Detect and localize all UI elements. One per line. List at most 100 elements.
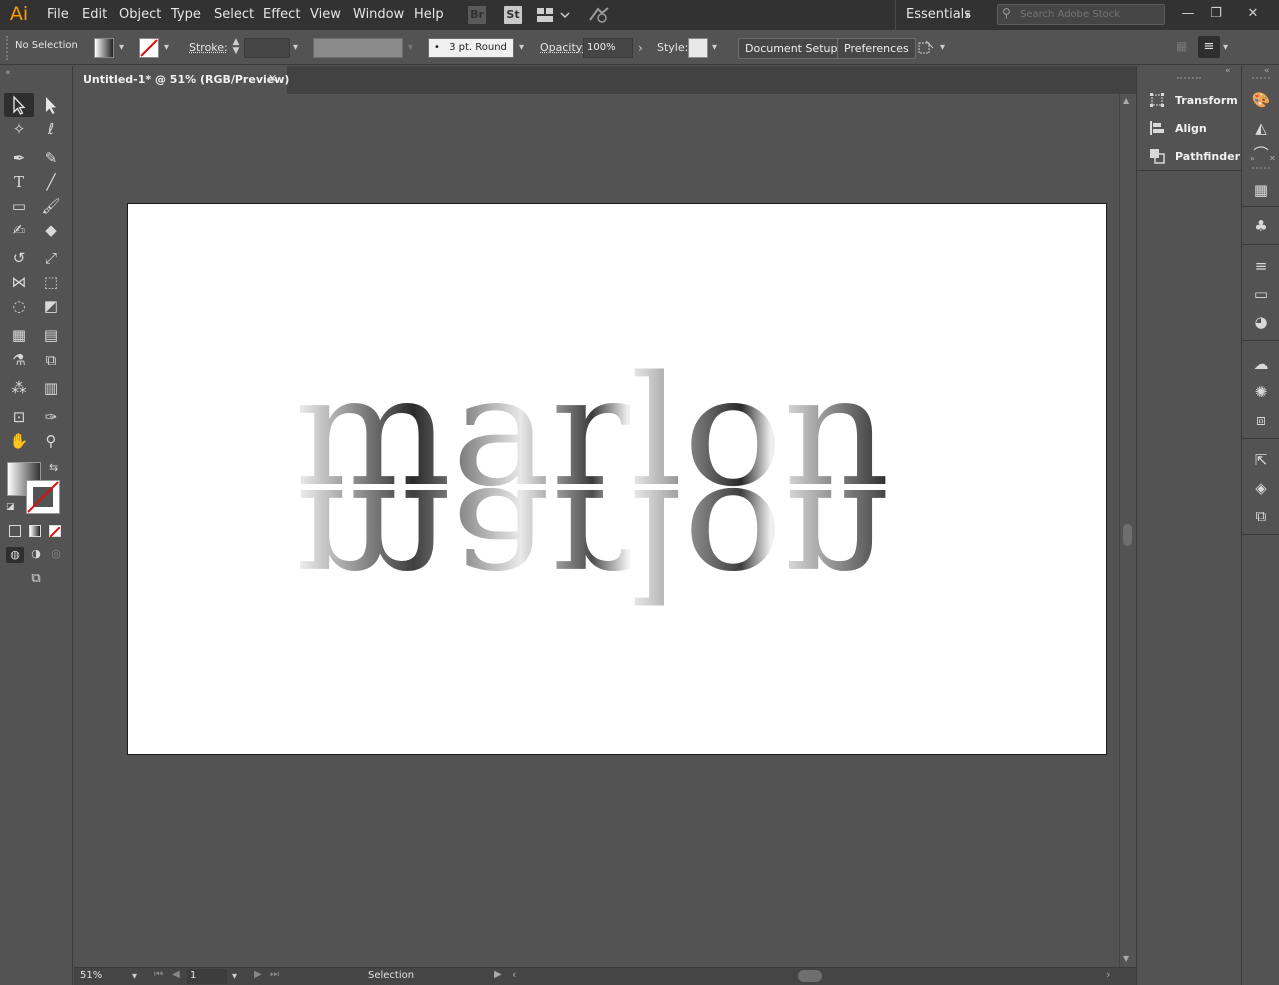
direct-selection-tool-icon[interactable] [39,94,63,116]
none-mode-icon[interactable] [49,525,61,538]
close-icon[interactable]: ✕ [1269,154,1276,163]
fill-swatch[interactable] [94,38,114,58]
graphic-style-swatch[interactable] [688,38,708,58]
stock-search-input[interactable] [1020,7,1160,22]
panel-toggle-icon[interactable]: ▦ [1176,39,1190,57]
chevron-down-icon[interactable]: ▾ [519,42,524,53]
vertical-scroll-thumb[interactable] [1123,524,1132,546]
layers-icon[interactable]: ◈ [1251,478,1271,498]
draw-behind-icon[interactable]: ◑ [28,547,44,563]
expand-panels-icon[interactable]: « [1225,66,1231,76]
last-artboard-icon[interactable]: ⏭ [270,969,279,980]
type-tool-icon[interactable]: T [7,171,31,193]
zoom-level[interactable]: 51% [80,970,102,981]
rotate-tool-icon[interactable]: ↺ [7,247,31,269]
scroll-up-icon[interactable]: ▲ [1123,96,1129,105]
chevron-down-icon[interactable]: ▾ [132,971,137,982]
perspective-grid-tool-icon[interactable]: ◩ [39,295,63,317]
artboard-number-field[interactable]: 1 [187,969,227,984]
variable-width-profile[interactable] [313,38,403,58]
shaper-tool-icon[interactable]: ✍ [7,219,31,241]
menu-type[interactable]: Type [171,7,201,22]
first-artboard-icon[interactable]: ⏮ [154,969,163,980]
line-segment-tool-icon[interactable]: ╱ [39,171,63,193]
hand-tool-icon[interactable]: ✋ [7,430,31,452]
stroke-color-swatch[interactable] [26,480,60,514]
close-tab-icon[interactable]: ✕ [268,72,277,85]
chevron-down-icon[interactable]: ▾ [1223,42,1228,53]
screen-mode-icon[interactable]: ⧉ [25,571,47,589]
workspace-switcher[interactable]: Essentials [906,7,971,22]
artboard[interactable]: marlon marlon [127,203,1107,755]
paintbrush-tool-icon[interactable]: 🖌 [39,195,63,217]
magic-wand-tool-icon[interactable]: ✧ [7,118,31,140]
menu-select[interactable]: Select [214,7,254,22]
symbol-sprayer-tool-icon[interactable]: ⁂ [7,377,31,399]
menu-window[interactable]: Window [353,7,404,22]
width-tool-icon[interactable]: ⋈ [7,271,31,293]
menu-help[interactable]: Help [414,7,444,22]
chevron-down-icon[interactable]: ▾ [940,42,945,53]
opacity-label[interactable]: Opacity: [540,41,585,54]
swap-colors-icon[interactable]: ⇆ [49,461,58,474]
menu-effect[interactable]: Effect [263,7,300,22]
preferences-button[interactable]: Preferences [837,38,916,59]
scale-tool-icon[interactable]: ⤢ [39,247,63,269]
color-guide-icon[interactable]: ◭ [1251,118,1271,138]
eyedropper-tool-icon[interactable]: ⚗ [7,349,31,371]
document-tab[interactable]: Untitled-1* @ 51% (RGB/Preview) ✕ [74,66,289,94]
curvature-tool-icon[interactable]: ✎ [39,147,63,169]
vertical-scrollbar[interactable]: ▲ ▼ [1119,94,1136,967]
chevron-down-icon[interactable]: ▾ [232,971,237,982]
brush-definition[interactable]: • 3 pt. Round [428,38,514,58]
previous-artboard-icon[interactable]: ◀ [172,969,180,980]
lasso-tool-icon[interactable]: ℓ [39,118,63,140]
symbols-icon[interactable]: ♣ [1251,216,1271,236]
zoom-tool-icon[interactable]: ⚲ [39,430,63,452]
close-window-button[interactable]: ✕ [1238,4,1268,24]
shape-builder-tool-icon[interactable]: ◌ [7,295,31,317]
appearance-icon[interactable]: ✺ [1251,382,1271,402]
opacity-input[interactable]: 100% [583,38,633,58]
arrange-icon[interactable] [917,39,935,57]
grip-handle[interactable] [6,36,9,60]
arrange-documents-button[interactable] [536,7,570,23]
menu-file[interactable]: File [47,7,69,22]
menu-object[interactable]: Object [119,7,161,22]
gradient-panel-icon[interactable]: ▭ [1251,284,1271,304]
dock-grip[interactable] [1252,77,1270,80]
stock-button[interactable]: St [504,6,522,24]
free-transform-tool-icon[interactable]: ⬚ [39,271,63,293]
eraser-tool-icon[interactable]: ◆ [39,219,63,241]
expand-dock-icon[interactable]: « [1264,66,1270,76]
stroke-weight-stepper[interactable]: ▲ ▼ [229,38,243,58]
horizontal-scroll-thumb[interactable] [798,970,822,982]
dock-grip[interactable] [1252,167,1270,170]
chevron-down-icon[interactable]: ▾ [408,42,413,53]
gradient-tool-icon[interactable]: ▤ [39,324,63,346]
restore-button[interactable]: ❐ [1201,4,1231,24]
menu-view[interactable]: View [310,7,341,22]
stock-search-box[interactable]: ⚲ [997,4,1165,25]
graphic-styles-icon[interactable]: ⧈ [1251,410,1271,430]
gradient-mode-icon[interactable] [29,525,41,537]
export-assets-icon[interactable]: ⇱ [1251,450,1271,470]
panel-menu-icon[interactable]: ≡ [1198,36,1220,58]
draw-normal-icon[interactable]: ◍ [6,547,24,563]
libraries-icon[interactable]: ☁ [1251,354,1271,374]
scroll-left-icon[interactable]: ‹ [512,968,516,981]
mesh-tool-icon[interactable]: ▦ [7,324,31,346]
minimize-button[interactable]: — [1173,4,1203,24]
blend-tool-icon[interactable]: ⧉ [39,349,63,371]
artboards-icon[interactable]: ⧉ [1251,506,1271,526]
document-setup-button[interactable]: Document Setup [738,38,845,59]
next-artboard-icon[interactable]: ▶ [254,969,262,980]
panel-grip[interactable] [1177,77,1201,80]
chevron-down-icon[interactable]: ▾ [293,42,298,53]
color-mode-icon[interactable] [9,525,21,537]
stroke-label[interactable]: Stroke: [189,41,228,54]
draw-inside-icon[interactable]: ◎ [48,547,64,563]
column-graph-tool-icon[interactable]: ▥ [39,377,63,399]
slice-tool-icon[interactable]: ✑ [39,406,63,428]
chevron-down-icon[interactable]: ▾ [164,42,169,53]
